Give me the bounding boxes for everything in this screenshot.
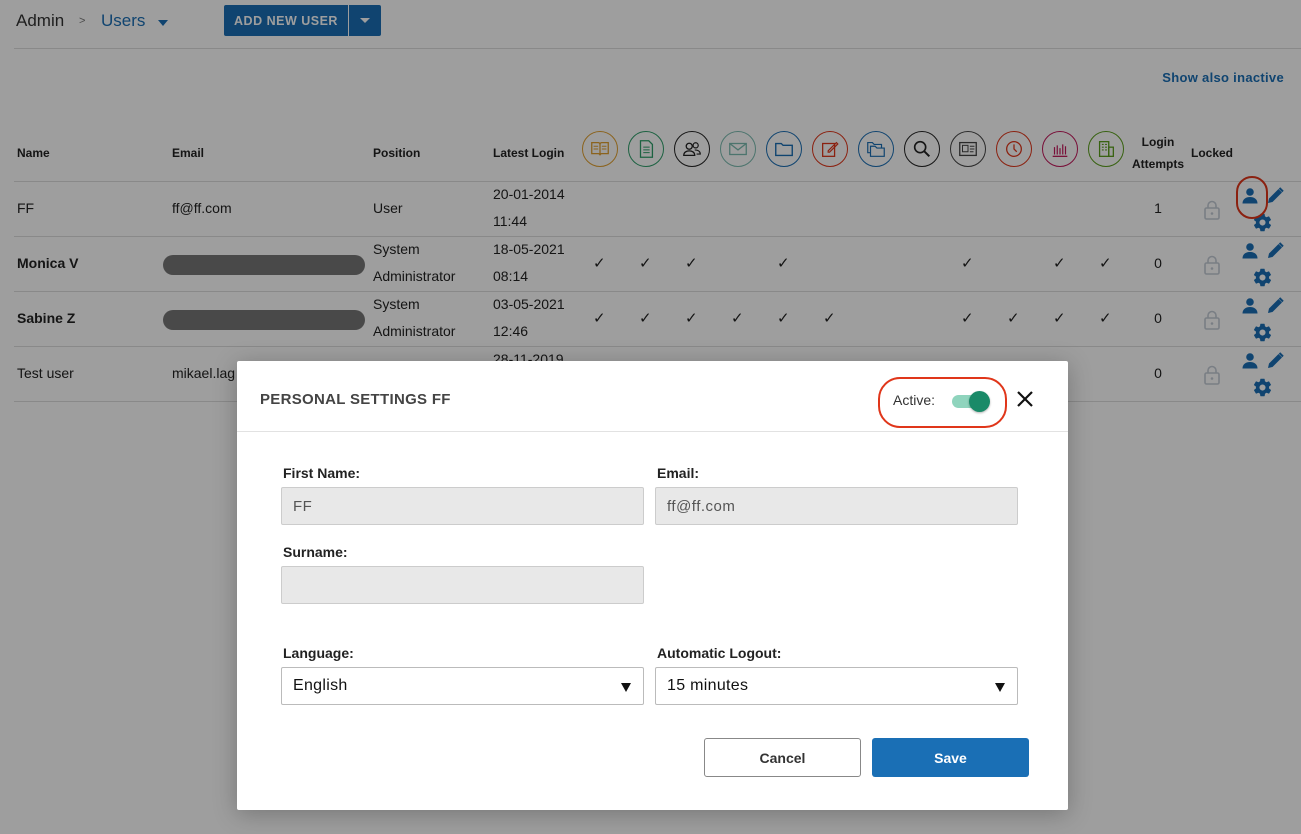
automatic-logout-select[interactable]: 15 minutes — [655, 667, 1018, 705]
language-label: Language: — [283, 645, 354, 661]
email-field[interactable]: ff@ff.com — [655, 487, 1018, 525]
divider — [237, 431, 1068, 432]
surname-label: Surname: — [283, 544, 348, 560]
highlight-circle — [878, 377, 1007, 428]
dropdown-arrow-icon — [995, 683, 1005, 692]
language-select-value: English — [293, 677, 348, 694]
users-admin-page: Admin > Users ADD NEW USER Show also ina… — [0, 0, 1301, 834]
first-name-field[interactable]: FF — [281, 487, 644, 525]
dialog-title: PERSONAL SETTINGS FF — [260, 391, 451, 408]
surname-field[interactable] — [281, 566, 644, 604]
dropdown-arrow-icon — [621, 683, 631, 692]
language-select[interactable]: English — [281, 667, 644, 705]
cancel-button[interactable]: Cancel — [704, 738, 861, 777]
first-name-label: First Name: — [283, 465, 361, 481]
automatic-logout-label: Automatic Logout: — [657, 645, 782, 661]
close-icon[interactable] — [1015, 389, 1035, 409]
save-button[interactable]: Save — [872, 738, 1029, 777]
automatic-logout-select-value: 15 minutes — [667, 677, 749, 694]
personal-settings-dialog: PERSONAL SETTINGS FF Active: First Name:… — [237, 361, 1068, 810]
email-label: Email: — [657, 465, 700, 481]
